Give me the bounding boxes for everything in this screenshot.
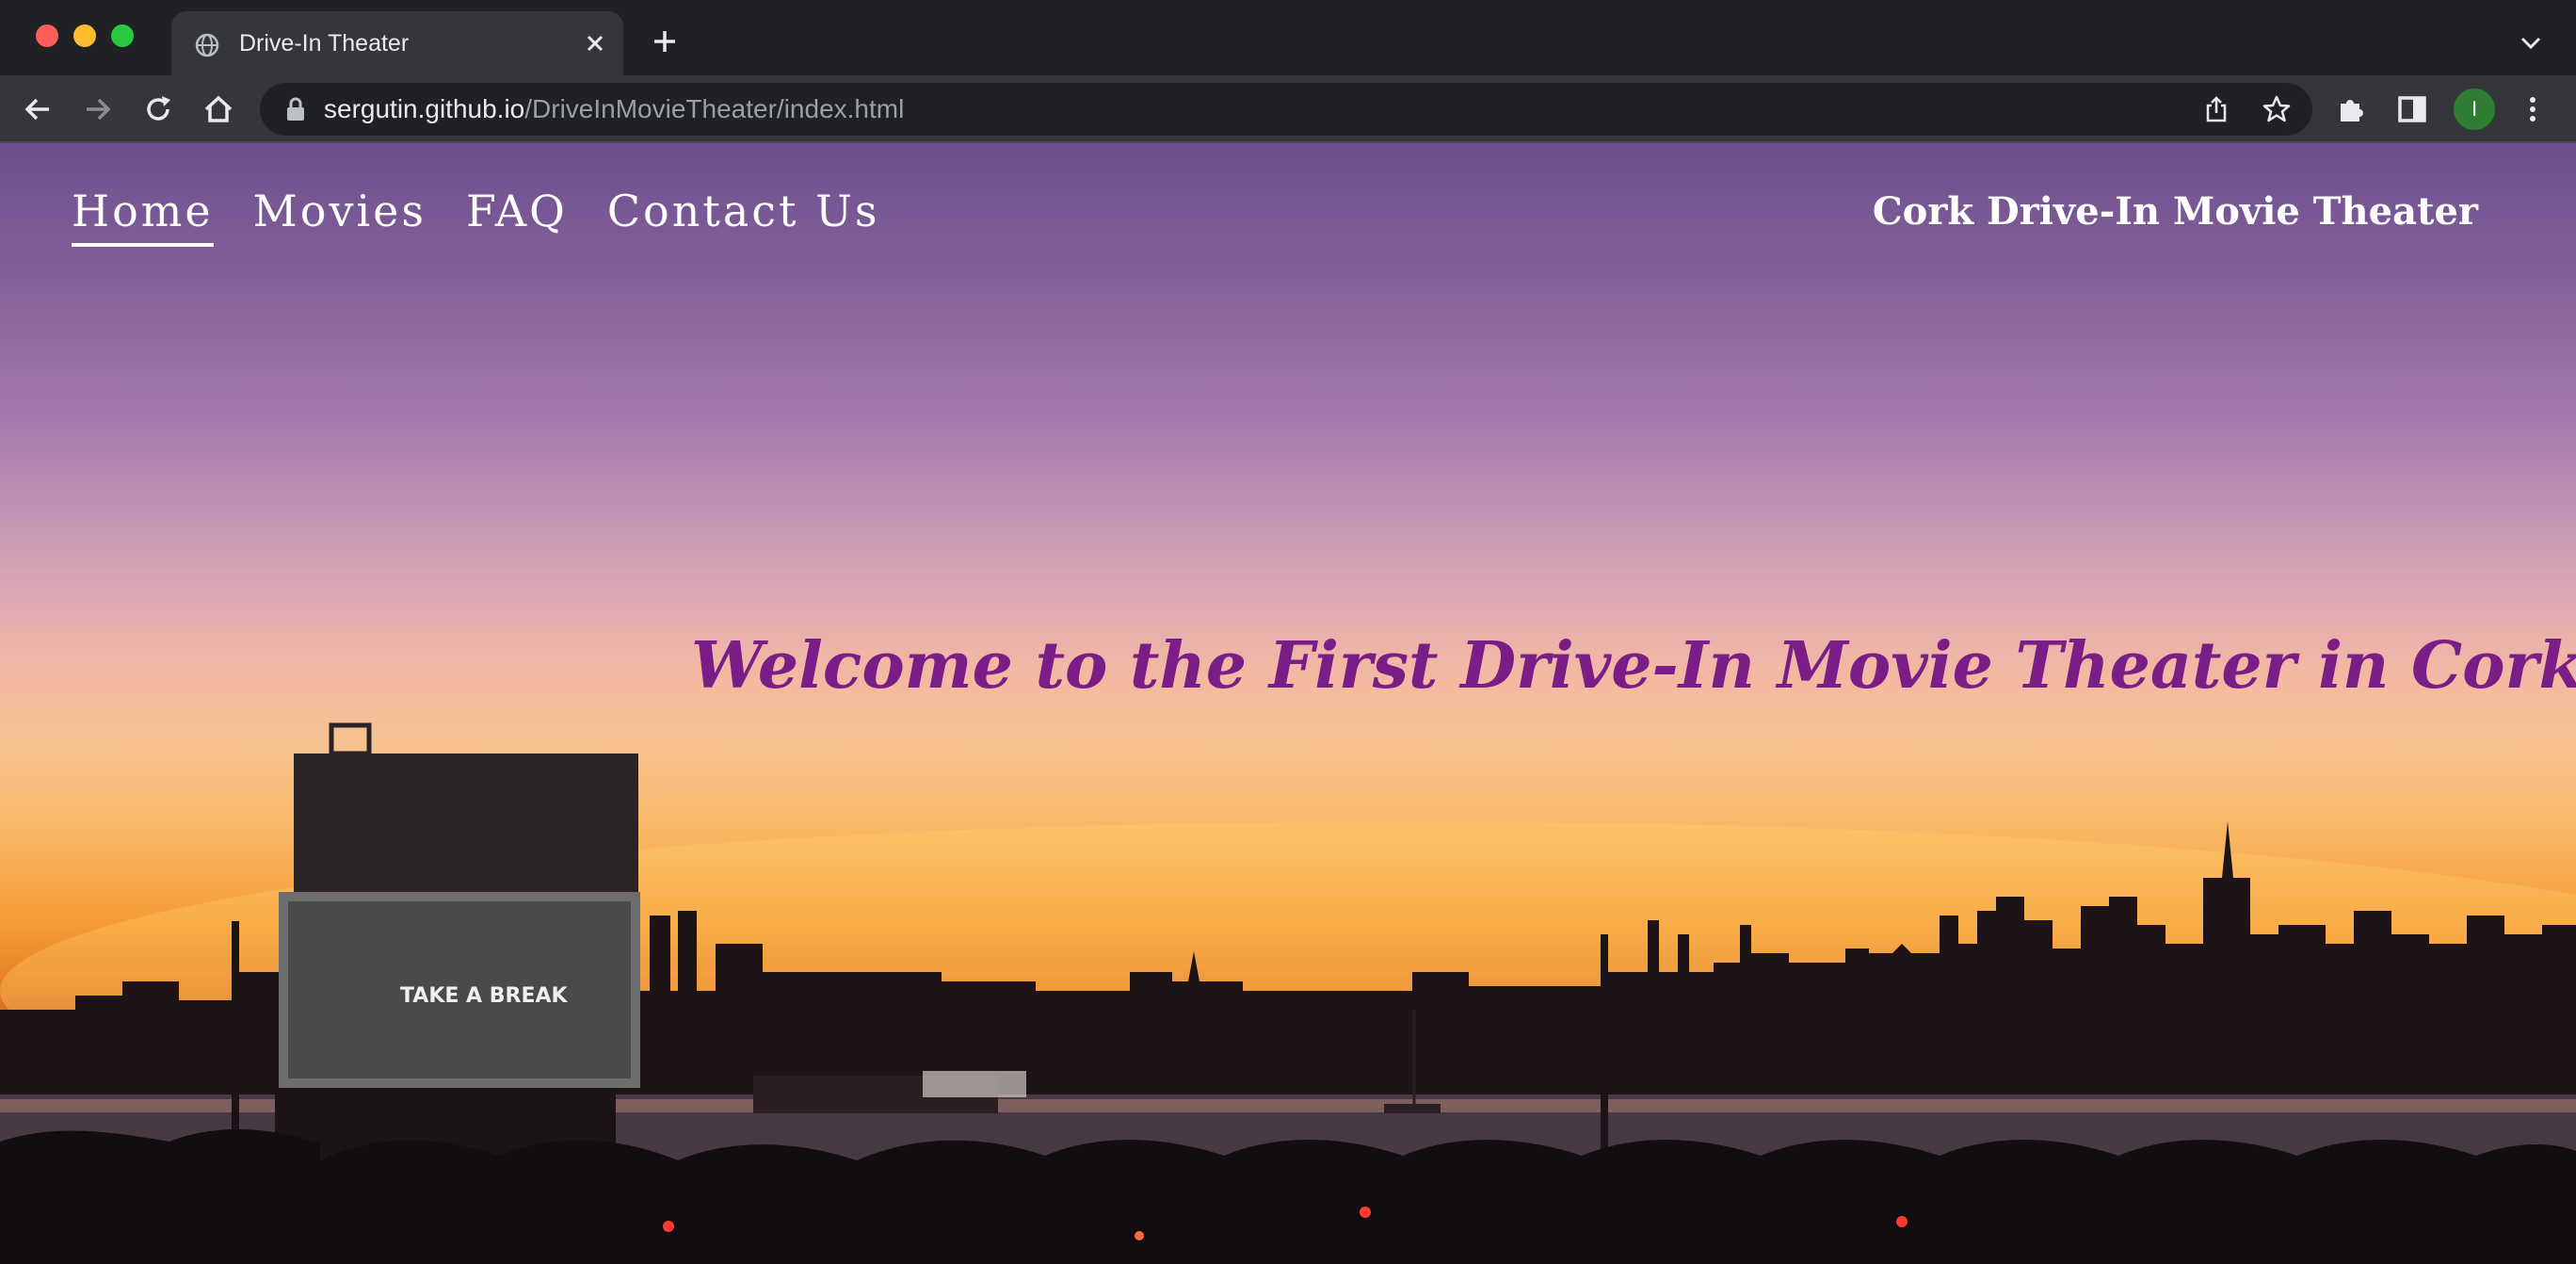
site-brand-title: Cork Drive-In Movie Theater bbox=[1872, 189, 2478, 234]
reload-icon[interactable] bbox=[141, 92, 175, 126]
nav-movies-link[interactable]: Movies bbox=[253, 185, 427, 243]
nav-home-link[interactable]: Home bbox=[72, 185, 214, 247]
tab-strip: Drive-In Theater bbox=[0, 0, 2576, 75]
lock-icon[interactable] bbox=[284, 97, 307, 122]
back-arrow-icon[interactable] bbox=[21, 92, 55, 126]
parked-cars bbox=[0, 1129, 2576, 1264]
browser-tab[interactable]: Drive-In Theater bbox=[171, 11, 623, 75]
main-nav: Home Movies FAQ Contact Us bbox=[72, 185, 880, 247]
maximize-window-button[interactable] bbox=[111, 24, 134, 47]
address-bar[interactable]: sergutin.github.io/DriveInMovieTheater/i… bbox=[260, 83, 2312, 136]
url-host: sergutin.github.io bbox=[324, 94, 525, 123]
close-window-button[interactable] bbox=[36, 24, 58, 47]
url-path: /DriveInMovieTheater/index.html bbox=[524, 94, 905, 123]
profile-avatar[interactable]: I bbox=[2454, 89, 2495, 130]
puzzle-icon[interactable] bbox=[2335, 92, 2369, 126]
share-icon[interactable] bbox=[2201, 94, 2231, 124]
screen-text: TAKE A BREAK bbox=[400, 984, 569, 1008]
plus-icon[interactable] bbox=[650, 26, 680, 57]
nav-contact-link[interactable]: Contact Us bbox=[607, 185, 880, 243]
home-icon[interactable] bbox=[201, 92, 235, 126]
chevron-down-icon[interactable] bbox=[2516, 28, 2546, 58]
globe-icon bbox=[195, 33, 219, 57]
forward-arrow-icon[interactable] bbox=[81, 92, 115, 126]
hero-section: TAKE A BREAK Home Movies FAQ Contact Us … bbox=[0, 143, 2576, 1264]
url-text[interactable]: sergutin.github.io/DriveInMovieTheater/i… bbox=[324, 94, 904, 124]
tab-title: Drive-In Theater bbox=[239, 30, 410, 57]
close-icon[interactable] bbox=[580, 28, 610, 58]
minimize-window-button[interactable] bbox=[73, 24, 96, 47]
sidebar-icon[interactable] bbox=[2395, 92, 2429, 126]
more-vert-icon[interactable] bbox=[2516, 92, 2550, 126]
browser-toolbar: sergutin.github.io/DriveInMovieTheater/i… bbox=[0, 75, 2576, 143]
welcome-heading: Welcome to the First Drive-In Movie Thea… bbox=[691, 628, 2576, 704]
star-icon[interactable] bbox=[2262, 94, 2292, 124]
nav-faq-link[interactable]: FAQ bbox=[466, 185, 568, 243]
